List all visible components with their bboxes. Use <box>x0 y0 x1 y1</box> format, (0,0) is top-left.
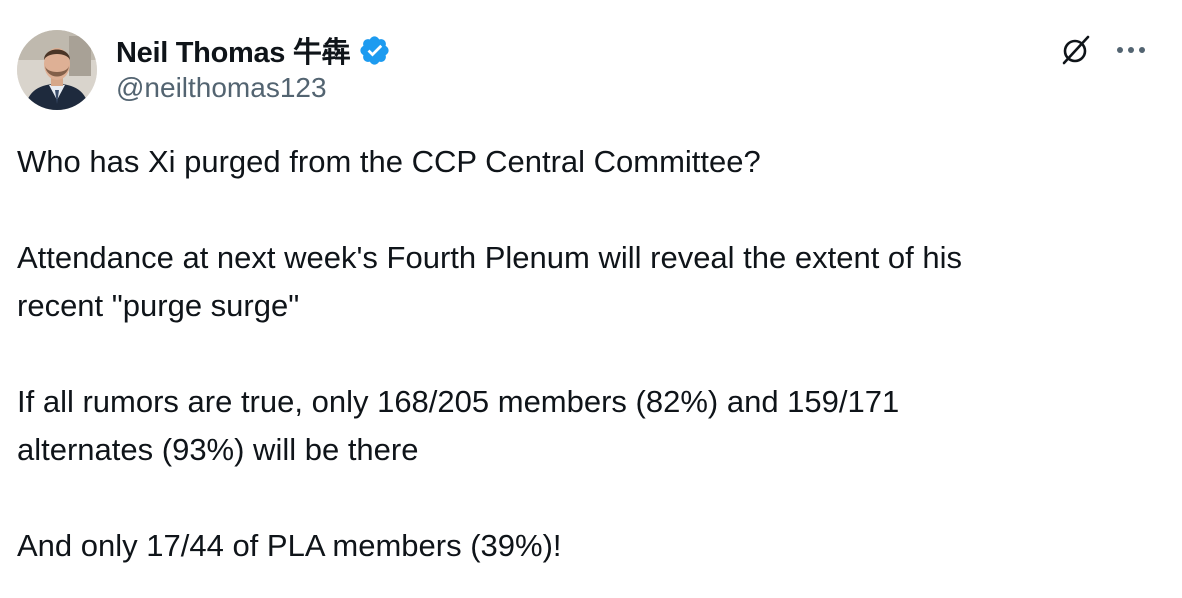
author-handle[interactable]: @neilthomas123 <box>116 72 327 104</box>
tweet-paragraph: And only 17/44 of PLA members (39%)! <box>17 528 562 563</box>
more-horizontal-icon <box>1117 47 1145 53</box>
tweet-paragraph: If all rumors are true, only 168/205 mem… <box>17 384 900 467</box>
verified-badge-icon <box>358 34 391 67</box>
grok-button[interactable] <box>1056 30 1096 70</box>
avatar[interactable] <box>17 30 97 110</box>
profile-photo <box>17 30 97 110</box>
author-name-row: Neil Thomas 牛犇 <box>116 30 391 70</box>
more-options-button[interactable] <box>1108 30 1154 70</box>
tweet-paragraph: Attendance at next week's Fourth Plenum … <box>17 240 963 323</box>
tweet-text: Who has Xi purged from the CCP Central C… <box>17 138 1127 570</box>
tweet-paragraph: Who has Xi purged from the CCP Central C… <box>17 144 761 179</box>
tweet-card: Neil Thomas 牛犇 @neilthomas123 Who has Xi… <box>0 0 1182 598</box>
author-display-name[interactable]: Neil Thomas 牛犇 <box>116 29 351 71</box>
grok-icon <box>1062 35 1090 65</box>
